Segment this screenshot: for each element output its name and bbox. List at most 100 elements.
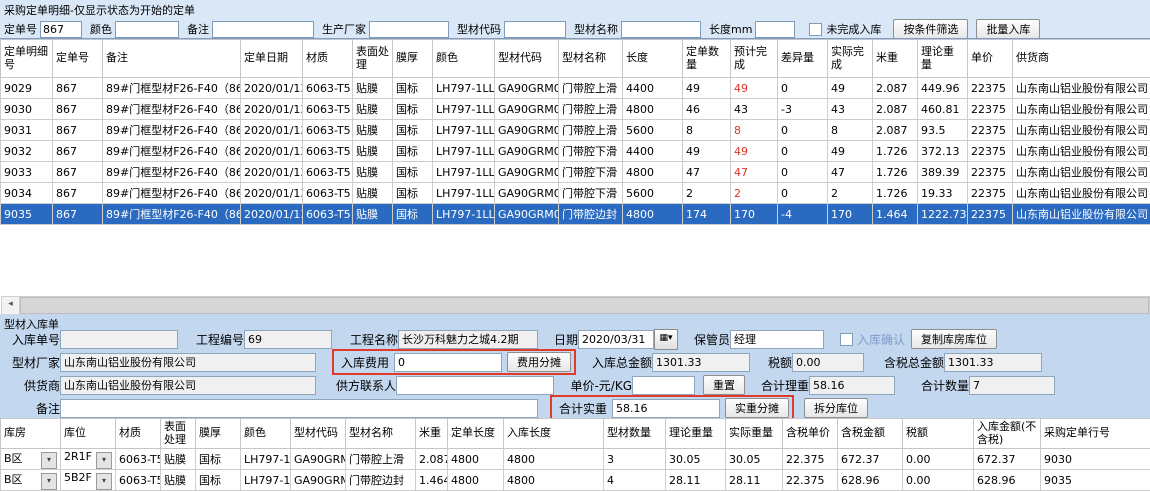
cell[interactable]: 2	[683, 183, 731, 204]
horizontal-scrollbar[interactable]: ◂	[1, 296, 1150, 315]
cell[interactable]: GA90GRM03	[495, 120, 559, 141]
table-row[interactable]: 903286789#门框型材F26-F40（866+867）2020/01/13…	[1, 141, 1150, 162]
cell[interactable]: 867	[53, 183, 103, 204]
cell[interactable]: 0	[778, 120, 828, 141]
column-header[interactable]: 定单明细号	[1, 40, 53, 78]
column-header[interactable]: 库房	[1, 419, 61, 449]
unit-price-field[interactable]	[632, 376, 695, 395]
cell[interactable]: 9030	[1, 99, 53, 120]
column-header[interactable]: 材质	[303, 40, 353, 78]
cell[interactable]: -3	[778, 99, 828, 120]
cell[interactable]: 1222.73	[918, 204, 968, 225]
cell[interactable]: 628.96	[974, 470, 1041, 491]
column-header[interactable]: 表面处理	[353, 40, 393, 78]
dropdown-arrow-icon[interactable]: ▾	[96, 473, 112, 490]
cell[interactable]: 89#门框型材F26-F40（866+867）	[103, 120, 241, 141]
cell[interactable]: 30.05	[666, 449, 726, 470]
cell[interactable]: 2.087	[416, 449, 448, 470]
cell[interactable]: GA90GRM03	[495, 78, 559, 99]
cell[interactable]: 贴膜	[353, 141, 393, 162]
cell[interactable]: 贴膜	[353, 99, 393, 120]
calendar-dropdown-icon[interactable]: ▦▾	[654, 329, 678, 350]
cell[interactable]: 4400	[623, 141, 683, 162]
cell[interactable]: 门带腔下滑	[559, 141, 623, 162]
cell[interactable]: 贴膜	[161, 470, 196, 491]
cell[interactable]: 389.39	[918, 162, 968, 183]
cell[interactable]: LH797-1LL0	[433, 141, 495, 162]
column-header[interactable]: 颜色	[241, 419, 291, 449]
column-header[interactable]: 税额	[903, 419, 974, 449]
cell[interactable]: GA90GRM04	[495, 183, 559, 204]
cell[interactable]: 672.37	[838, 449, 903, 470]
column-header[interactable]: 材质	[116, 419, 161, 449]
cell[interactable]: 国标	[393, 120, 433, 141]
column-header[interactable]: 表面处理	[161, 419, 196, 449]
cell[interactable]: 22375	[968, 204, 1013, 225]
filter-by-condition-button[interactable]: 按条件筛选	[893, 19, 968, 39]
column-header[interactable]: 单价	[968, 40, 1013, 78]
total-actual-field[interactable]	[612, 399, 720, 418]
table-row[interactable]: 903086789#门框型材F26-F40（866+867）2020/01/13…	[1, 99, 1150, 120]
cell[interactable]: LH797-1LL0	[433, 204, 495, 225]
cell[interactable]: 49	[828, 78, 873, 99]
split-location-button[interactable]: 拆分库位	[804, 398, 868, 418]
column-header[interactable]: 理论重量	[666, 419, 726, 449]
cell[interactable]: GA90GRM03	[291, 449, 346, 470]
reset-button[interactable]: 重置	[703, 375, 745, 395]
table-row[interactable]: 903486789#门框型材F26-F40（866+867）2020/01/13…	[1, 183, 1150, 204]
cell[interactable]: 19.33	[918, 183, 968, 204]
cell[interactable]: LH797-1LL0	[433, 162, 495, 183]
checkbox-icon[interactable]	[809, 23, 822, 36]
column-header[interactable]: 理论重量	[918, 40, 968, 78]
cell[interactable]: ▾5B2F	[61, 470, 116, 491]
column-header[interactable]: 型材代码	[495, 40, 559, 78]
profile-factory-field[interactable]	[60, 353, 316, 372]
cell[interactable]: 89#门框型材F26-F40（866+867）	[103, 78, 241, 99]
cell[interactable]: 46	[683, 99, 731, 120]
cell[interactable]: 2020/01/13	[241, 183, 303, 204]
cell[interactable]: 6063-T5	[303, 162, 353, 183]
unfinished-checkbox[interactable]: 未完成入库	[809, 21, 881, 37]
cell[interactable]: 867	[53, 120, 103, 141]
cell[interactable]: 449.96	[918, 78, 968, 99]
cell[interactable]: 0	[778, 78, 828, 99]
cell[interactable]: 89#门框型材F26-F40（866+867）	[103, 162, 241, 183]
cell[interactable]: 22375	[968, 99, 1013, 120]
table-row[interactable]: 902986789#门框型材F26-F40（866+867）2020/01/13…	[1, 78, 1150, 99]
cell[interactable]: 170	[731, 204, 778, 225]
cell[interactable]: 国标	[393, 204, 433, 225]
column-header[interactable]: 定单日期	[241, 40, 303, 78]
cell[interactable]: 6063-T5	[303, 120, 353, 141]
cell[interactable]: 2	[828, 183, 873, 204]
column-header[interactable]: 型材名称	[346, 419, 416, 449]
cell[interactable]: 2.087	[873, 78, 918, 99]
cell[interactable]: 49	[683, 141, 731, 162]
column-header[interactable]: 采购定单行号	[1041, 419, 1150, 449]
cell[interactable]: 49	[731, 141, 778, 162]
cell[interactable]: 2.087	[873, 120, 918, 141]
cell[interactable]: 9031	[1, 120, 53, 141]
cell[interactable]: 89#门框型材F26-F40（866+867）	[103, 183, 241, 204]
cell[interactable]: 9035	[1041, 470, 1150, 491]
keeper-field[interactable]	[730, 330, 824, 349]
cell[interactable]: LH797-1LL0	[433, 183, 495, 204]
column-header[interactable]: 预计完成	[731, 40, 778, 78]
cell[interactable]: 门带腔上滑	[559, 120, 623, 141]
cell[interactable]: 3	[604, 449, 666, 470]
total-amount-field[interactable]	[652, 353, 750, 372]
profile-name-input[interactable]	[621, 21, 701, 38]
cell[interactable]: ▾2R1F	[61, 449, 116, 470]
fee-split-button[interactable]: 费用分摊	[507, 352, 571, 372]
column-header[interactable]: 差异量	[778, 40, 828, 78]
cell[interactable]: 6063-T5	[303, 78, 353, 99]
cell[interactable]: 国标	[393, 141, 433, 162]
cell[interactable]: 30.05	[726, 449, 783, 470]
cell[interactable]: 国标	[393, 183, 433, 204]
column-header[interactable]: 颜色	[433, 40, 495, 78]
batch-inbound-button[interactable]: 批量入库	[976, 19, 1040, 39]
cell[interactable]: 6063-T5	[303, 99, 353, 120]
cell[interactable]: 43	[828, 99, 873, 120]
cell[interactable]: 0	[778, 141, 828, 162]
column-header[interactable]: 含税单价	[783, 419, 838, 449]
cell[interactable]: 49	[731, 78, 778, 99]
